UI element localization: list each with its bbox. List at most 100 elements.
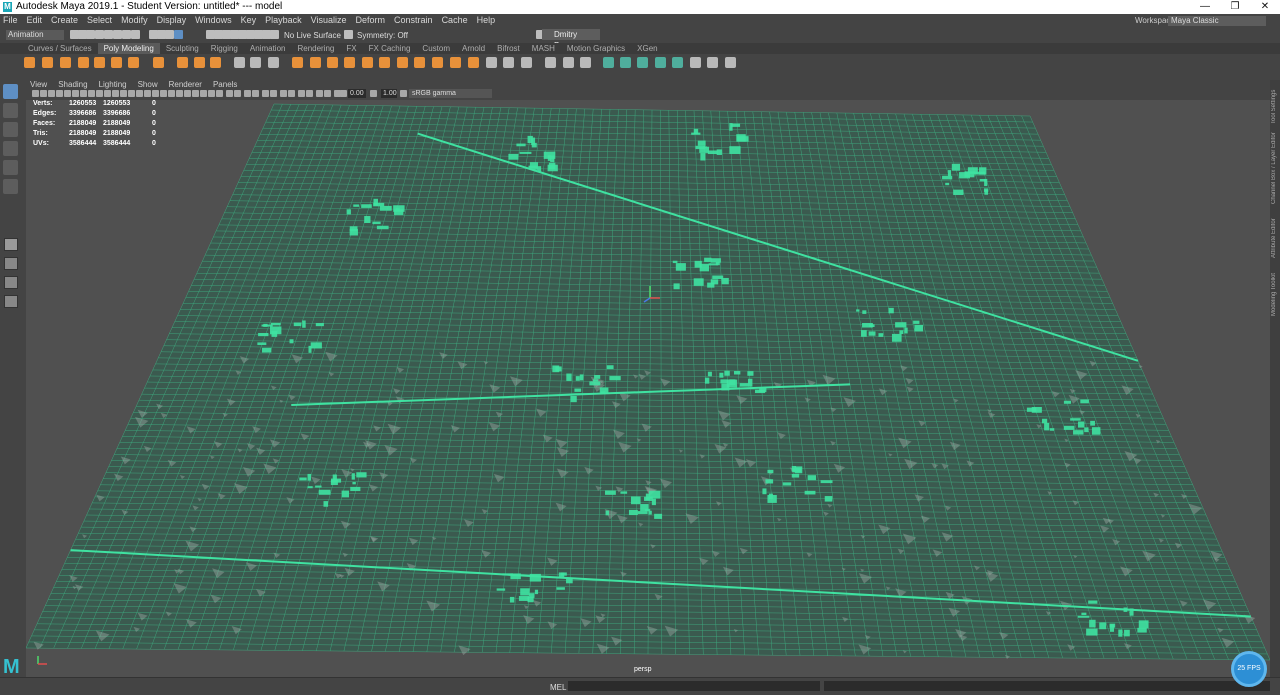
shelf-tool-icon[interactable] [655, 57, 666, 68]
menu-create[interactable]: Create [51, 15, 78, 26]
panel-tool-icon[interactable] [136, 90, 143, 97]
viewport[interactable]: persp [26, 100, 1270, 677]
panel-tool-icon[interactable] [280, 90, 287, 97]
menu-key[interactable]: Key [241, 15, 257, 26]
panel-tool-icon[interactable] [32, 90, 39, 97]
shelf-tool-icon[interactable] [250, 57, 261, 68]
select-tool-icon[interactable] [3, 84, 18, 99]
shelf-tool-icon[interactable] [620, 57, 631, 68]
menu-cache[interactable]: Cache [442, 15, 468, 26]
shelf-tool-icon[interactable] [672, 57, 683, 68]
shelf-tool-icon[interactable] [78, 57, 89, 68]
two-view-icon[interactable] [4, 276, 18, 289]
panel-tool-icon[interactable] [340, 90, 347, 97]
shelf-tool-icon[interactable] [545, 57, 556, 68]
shelf-tool-icon[interactable] [234, 57, 245, 68]
shelf-tool-icon[interactable] [94, 57, 105, 68]
shelf-tab-custom[interactable]: Custom [416, 43, 456, 54]
panel-tool-icon[interactable] [48, 90, 55, 97]
panel-tool-icon[interactable] [184, 90, 191, 97]
panel-tool-icon[interactable] [252, 90, 259, 97]
panel-tool-icon[interactable] [96, 90, 103, 97]
paint-select-icon[interactable] [3, 122, 18, 137]
status-tool-icon[interactable] [174, 30, 183, 39]
panel-tool-icon[interactable] [226, 90, 233, 97]
maximize-button[interactable]: ❐ [1220, 0, 1250, 14]
shelf-tool-icon[interactable] [468, 57, 479, 68]
shelf-tool-icon[interactable] [707, 57, 718, 68]
shelf-tool-icon[interactable] [503, 57, 514, 68]
panel-tool-icon[interactable] [104, 90, 111, 97]
status-tool-icon[interactable] [344, 30, 353, 39]
shelf-tool-icon[interactable] [344, 57, 355, 68]
rotate-tool-icon[interactable] [3, 160, 18, 175]
color-space-select[interactable]: sRGB gamma [409, 89, 492, 98]
menu-set-select[interactable]: Animation [6, 30, 64, 40]
panel-tool-icon[interactable] [298, 90, 305, 97]
shelf-tool-icon[interactable] [24, 57, 35, 68]
shelf-tool-icon[interactable] [379, 57, 390, 68]
panel-tool-icon[interactable] [400, 90, 407, 97]
menu-file[interactable]: File [3, 15, 18, 26]
tab-tool-settings[interactable]: Tool Settings [1271, 84, 1279, 124]
shelf-tab-xgen[interactable]: XGen [631, 43, 663, 54]
status-tool-icon[interactable] [122, 30, 131, 39]
shelf-tool-icon[interactable] [60, 57, 71, 68]
panel-menu-show[interactable]: Show [138, 80, 158, 89]
panel-tool-icon[interactable] [64, 90, 71, 97]
shelf-tool-icon[interactable] [603, 57, 614, 68]
status-tool-icon[interactable] [104, 30, 113, 39]
panel-menu-shading[interactable]: Shading [58, 80, 87, 89]
shelf-tab-animation[interactable]: Animation [244, 43, 292, 54]
outliner-layout-icon[interactable] [4, 295, 18, 308]
panel-tool-icon[interactable] [216, 90, 223, 97]
panel-tool-icon[interactable] [88, 90, 95, 97]
shelf-tool-icon[interactable] [268, 57, 279, 68]
menu-display[interactable]: Display [157, 15, 187, 26]
workspace-select[interactable]: Maya Classic [1168, 16, 1266, 26]
menu-modify[interactable]: Modify [121, 15, 148, 26]
panel-menu-view[interactable]: View [30, 80, 47, 89]
menu-deform[interactable]: Deform [356, 15, 386, 26]
shelf-tool-icon[interactable] [153, 57, 164, 68]
minimize-button[interactable]: — [1190, 0, 1220, 14]
tab-modeling-toolkit[interactable]: Modeling Toolkit [1271, 268, 1279, 316]
shelf-tool-icon[interactable] [521, 57, 532, 68]
shelf-tab-arnold[interactable]: Arnold [456, 43, 491, 54]
scale-tool-icon[interactable] [3, 179, 18, 194]
shelf-tab-rigging[interactable]: Rigging [205, 43, 244, 54]
panel-tool-icon[interactable] [370, 90, 377, 97]
shelf-tool-icon[interactable] [210, 57, 221, 68]
gamma-field[interactable]: 1.00 [381, 89, 397, 98]
panel-tool-icon[interactable] [176, 90, 183, 97]
panel-menu-renderer[interactable]: Renderer [169, 80, 202, 89]
tab-channel-box[interactable]: Channel Box / Layer Editor [1271, 132, 1279, 204]
shelf-tool-icon[interactable] [432, 57, 443, 68]
panel-menu-lighting[interactable]: Lighting [99, 80, 127, 89]
panel-tool-icon[interactable] [72, 90, 79, 97]
status-tool-icon[interactable] [95, 30, 104, 39]
menu-constrain[interactable]: Constrain [394, 15, 433, 26]
panel-tool-icon[interactable] [120, 90, 127, 97]
user-account-button[interactable]: Dmitry Popo... [542, 29, 600, 50]
menu-select[interactable]: Select [87, 15, 112, 26]
shelf-tab-fx[interactable]: FX [340, 43, 362, 54]
shelf-tool-icon[interactable] [310, 57, 321, 68]
shelf-tab-bifrost[interactable]: Bifrost [491, 43, 526, 54]
shelf-tool-icon[interactable] [450, 57, 461, 68]
status-tool-icon[interactable] [113, 30, 122, 39]
shelf-tab-curves-surfaces[interactable]: Curves / Surfaces [22, 43, 98, 54]
status-tool-icon[interactable] [86, 30, 95, 39]
shelf-tab-poly-modeling[interactable]: Poly Modeling [97, 43, 160, 54]
shelf-tab-fx-caching[interactable]: FX Caching [363, 43, 417, 54]
single-view-icon[interactable] [4, 238, 18, 251]
shelf-tool-icon[interactable] [327, 57, 338, 68]
panel-tool-icon[interactable] [112, 90, 119, 97]
panel-tool-icon[interactable] [270, 90, 277, 97]
shelf-tool-icon[interactable] [725, 57, 736, 68]
panel-tool-icon[interactable] [40, 90, 47, 97]
move-tool-icon[interactable] [3, 141, 18, 156]
shelf-tool-icon[interactable] [362, 57, 373, 68]
lasso-tool-icon[interactable] [3, 103, 18, 118]
shelf-tool-icon[interactable] [194, 57, 205, 68]
